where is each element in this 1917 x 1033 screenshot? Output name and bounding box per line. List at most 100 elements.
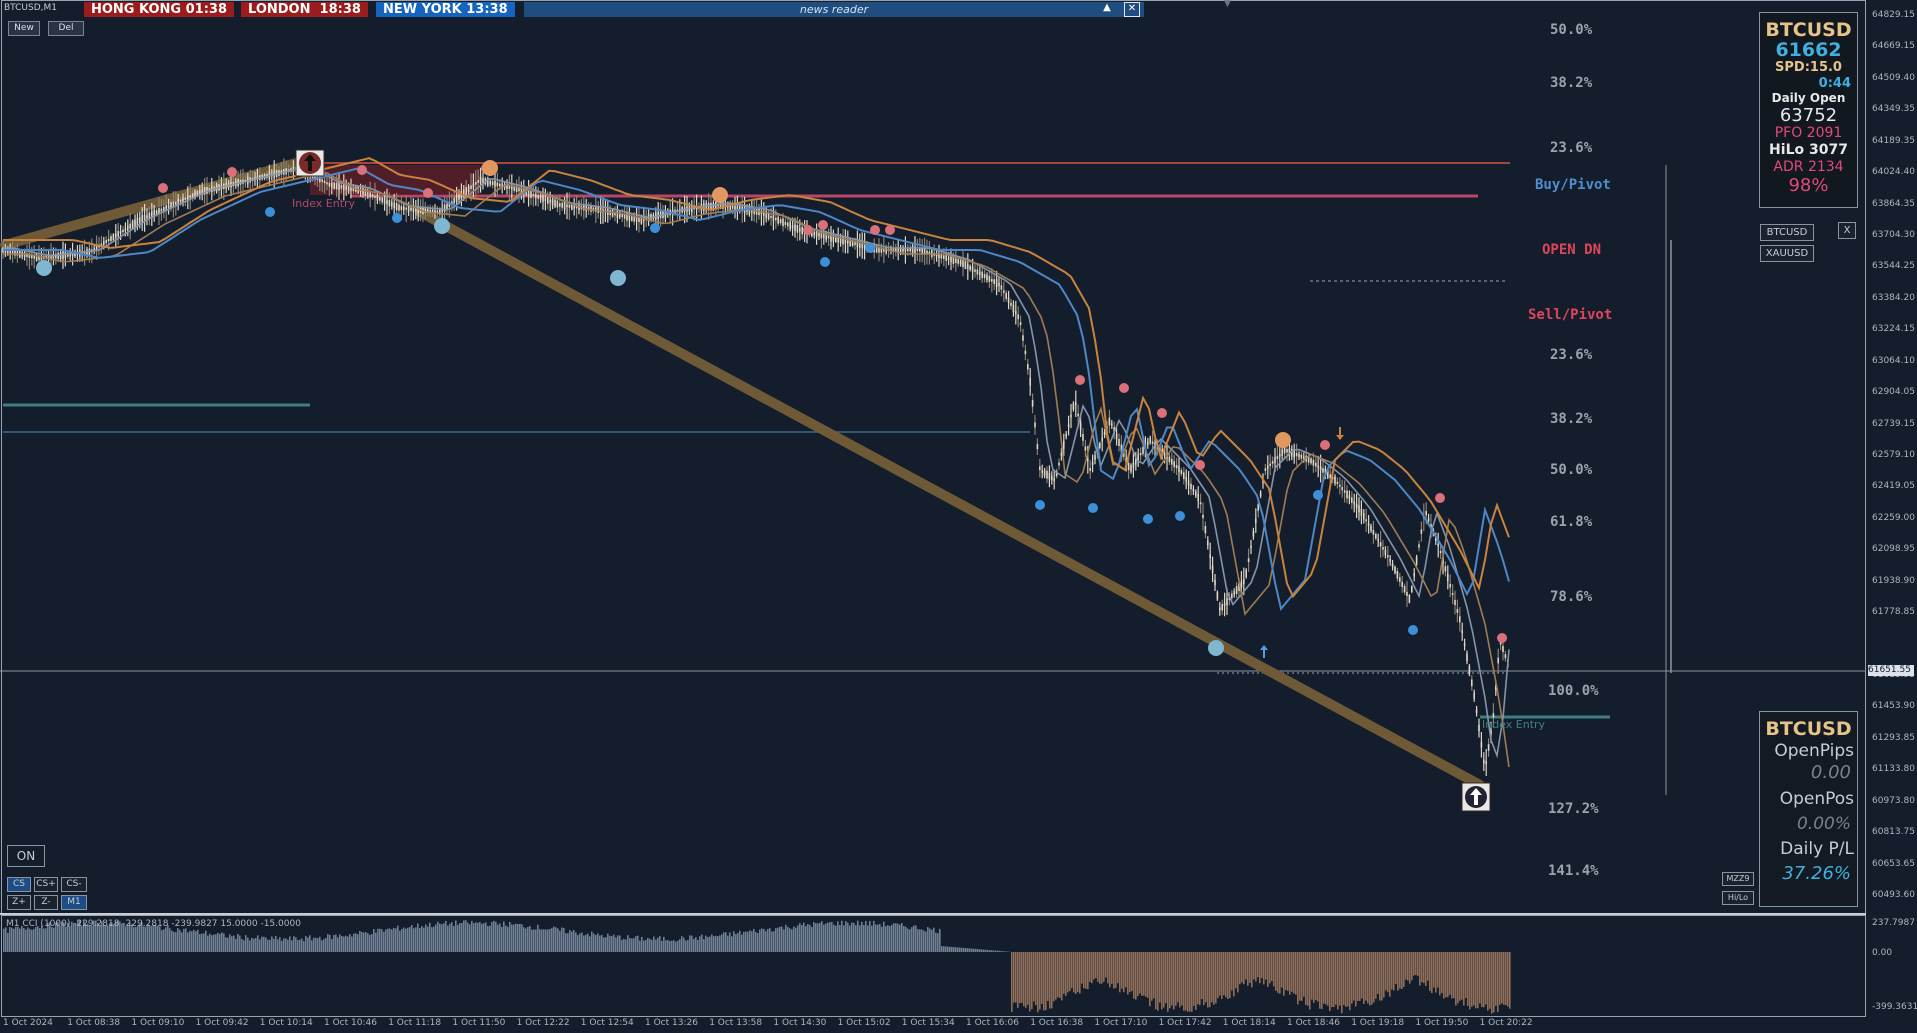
candle-body [787, 222, 789, 227]
candle-body [597, 206, 599, 213]
price-axis-label: 61778.85 [1872, 607, 1915, 618]
cci-bar [807, 924, 809, 952]
cci-bar [563, 927, 565, 952]
cci-bar [361, 931, 363, 952]
candle-body [1372, 529, 1375, 535]
candle-body [1382, 547, 1384, 550]
candle-body [1245, 569, 1247, 578]
candle-body [479, 176, 482, 184]
on-toggle-button[interactable]: ON [7, 845, 45, 867]
candle-body [813, 231, 815, 236]
cci-bar [861, 921, 863, 952]
cci-bar [251, 937, 253, 952]
cci-bar [387, 928, 389, 952]
cci-bar [827, 922, 829, 952]
hilo-button[interactable]: Hi/Lo [1722, 891, 1754, 905]
cci-bar [1187, 952, 1189, 1012]
cci-bar [799, 923, 801, 952]
candle-body [371, 194, 374, 198]
cci-bar [895, 923, 897, 952]
symbol-button-xauusd[interactable]: XAUUSD [1760, 245, 1814, 262]
price-axis-label: 63224.15 [1872, 324, 1915, 335]
cci-bar [1073, 952, 1075, 993]
cci-bar [739, 930, 741, 952]
candle-body [731, 205, 734, 209]
mzz-button[interactable]: MZZ9 [1722, 872, 1754, 886]
cci-bar [511, 924, 513, 952]
candle-body [1365, 519, 1367, 522]
cci-bar [271, 936, 273, 952]
entry-box-bottom [1461, 782, 1491, 812]
news-reader-bar[interactable]: news reader [524, 2, 1144, 17]
cci-bar [315, 937, 317, 952]
info-hilo: HiLo 3077 [1769, 142, 1848, 158]
candle-body [131, 221, 134, 229]
cci-bar [389, 928, 391, 952]
cci-bar [1299, 952, 1301, 1001]
close-icon[interactable]: ✕ [1124, 2, 1140, 17]
zoom-out-button[interactable]: Z- [34, 895, 58, 910]
candle-body [1058, 462, 1060, 466]
cci-bar [23, 927, 25, 952]
cci-bar [729, 932, 731, 952]
cci-bar [345, 935, 347, 952]
cci-bar [157, 925, 159, 952]
candle-body [556, 200, 559, 208]
cci-bar [543, 929, 545, 952]
cci-bar [995, 950, 997, 952]
zoom-in-button[interactable]: Z+ [7, 895, 31, 910]
cci-bar [81, 925, 83, 952]
candle-body [907, 248, 909, 252]
candle-body [1269, 463, 1271, 467]
cci-bar [997, 950, 999, 952]
swing-high-marker [1119, 383, 1129, 393]
cci-bar [1465, 952, 1467, 999]
cci-bar [275, 936, 277, 952]
cci-bar [1219, 952, 1221, 996]
candle-body [1492, 713, 1495, 718]
price-chart[interactable]: ▼ [0, 0, 1917, 1033]
timeframe-m1-button[interactable]: M1 [61, 895, 87, 910]
cci-bar [1263, 952, 1265, 985]
cci-bar [1101, 952, 1103, 984]
symbol-button-btcusd[interactable]: BTCUSD [1760, 224, 1814, 241]
cci-bar [857, 920, 859, 952]
candle-body [1207, 540, 1209, 546]
del-button[interactable]: Del [48, 21, 84, 36]
candle-body [1298, 454, 1300, 458]
new-button[interactable]: New [8, 21, 40, 36]
collapse-icon[interactable]: ▲ [1100, 2, 1114, 15]
cs-plus-button[interactable]: CS+ [34, 877, 58, 892]
time-axis-label: 1 Oct 09:42 [195, 1018, 249, 1028]
cci-bar [1445, 952, 1447, 998]
cci-bar [687, 940, 689, 952]
cci-bar [37, 926, 39, 952]
cs-minus-button[interactable]: CS- [61, 877, 87, 892]
entry-box-top [295, 149, 325, 177]
candle-body [1427, 518, 1430, 521]
cci-bar [33, 929, 35, 952]
cci-bar [603, 937, 605, 952]
cci-bar [393, 927, 395, 952]
cs-button[interactable]: CS [7, 877, 31, 892]
candle-body [902, 248, 904, 252]
cci-bar [1235, 952, 1237, 989]
cci-bar [723, 932, 725, 952]
fib-level-label: 23.6% [1550, 347, 1593, 363]
close-panel-button[interactable]: X [1838, 222, 1856, 239]
cci-bar [409, 927, 411, 952]
candle-body [331, 182, 333, 188]
cci-bar [1317, 952, 1319, 1002]
cci-bar [1451, 952, 1453, 999]
cci-bar [1097, 952, 1099, 982]
candle-body [146, 215, 148, 218]
swing-low-marker [1143, 514, 1153, 524]
cci-bar [1227, 952, 1229, 1000]
cci-bar [9, 927, 11, 952]
candle-body [827, 235, 830, 239]
candle-body [1502, 645, 1504, 653]
swing-high-marker [158, 183, 168, 193]
cci-bar [359, 930, 361, 952]
cci-bar [497, 924, 499, 952]
cci-bar [35, 926, 37, 952]
